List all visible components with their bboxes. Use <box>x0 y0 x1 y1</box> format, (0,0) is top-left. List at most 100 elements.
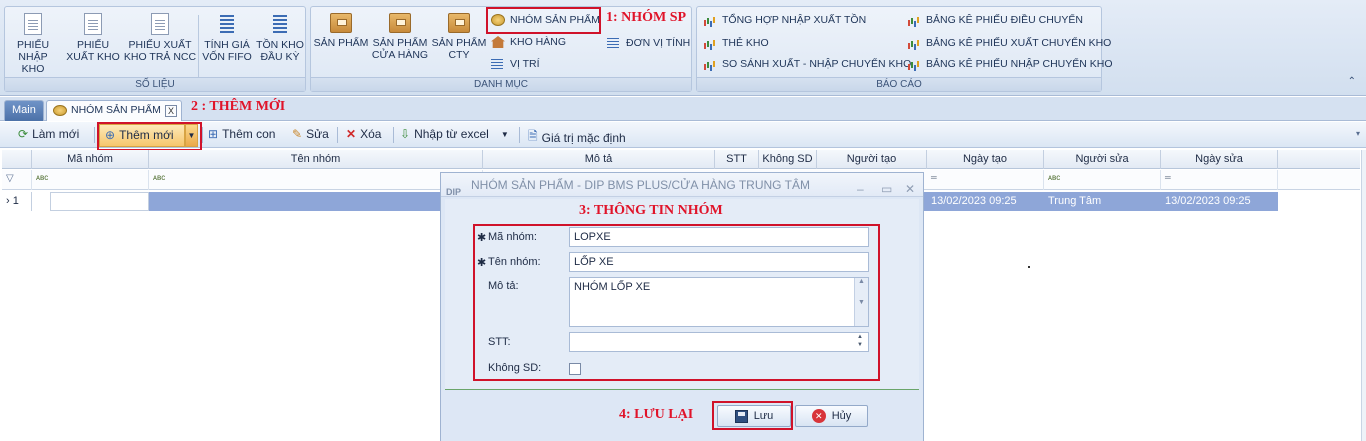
don-vi-tinh-button[interactable]: ĐƠN VỊ TÍNH <box>607 37 690 49</box>
highlight-nhom-san-pham <box>486 7 601 34</box>
add-child-button[interactable]: ⊞ Thêm con <box>208 127 275 141</box>
san-pham-cua-hang-button[interactable]: SẢN PHẨM CỬA HÀNG <box>371 13 429 61</box>
nhom-san-pham-dialog: DIP NHÓM SẢN PHẨM - DIP BMS Plus/Cửa Hàn… <box>440 172 924 441</box>
box-icon <box>330 13 352 33</box>
report-bang-ke-phieu-dieu-chuyen[interactable]: BẢNG KÊ PHIẾU ĐIỀU CHUYỂN <box>907 14 1083 26</box>
column-ma-nhom[interactable]: Mã nhóm <box>32 150 149 169</box>
delete-icon: ✕ <box>346 127 357 141</box>
report-the-kho[interactable]: THẺ KHO <box>703 37 769 49</box>
edit-button[interactable]: ✎ Sửa <box>292 127 329 141</box>
filter-nguoi-sua[interactable]: ᴀʙᴄ <box>1044 170 1161 190</box>
bar-chart-icon <box>907 37 921 49</box>
separator <box>198 15 199 77</box>
grid-corner <box>2 150 32 169</box>
column-ten-nhom[interactable]: Tên nhóm <box>149 150 483 169</box>
pencil-icon: ✎ <box>292 127 303 141</box>
highlight-thong-tin-nhom <box>473 224 880 381</box>
column-khong-sd[interactable]: Không SD <box>759 150 817 169</box>
vertical-scrollbar[interactable] <box>1361 150 1366 441</box>
highlight-luu <box>712 401 793 430</box>
kho-hang-button[interactable]: KHO HÀNG <box>491 36 566 48</box>
cell-ngay-sua[interactable]: 13/02/2023 09:25 <box>1161 192 1278 211</box>
separator <box>393 127 394 143</box>
bar-chart-icon <box>907 14 921 26</box>
box-icon <box>448 13 470 33</box>
report-tong-hop-nhap-xuat-ton[interactable]: TỔNG HỢP NHẬP XUẤT TỒN <box>703 14 866 26</box>
filter-ngay-sua[interactable]: ═ <box>1161 170 1278 190</box>
filter-ngay-tao[interactable]: ═ <box>927 170 1044 190</box>
coins-icon <box>53 105 67 116</box>
separator <box>202 127 203 143</box>
report-bang-ke-phieu-xuat-chuyen-kho[interactable]: BẢNG KÊ PHIẾU XUẤT CHUYỂN KHO <box>907 37 1111 49</box>
cancel-icon: ✕ <box>811 409 826 423</box>
row-pointer-icon: › <box>6 195 10 207</box>
group-label-so-lieu: SỐ LIỆU <box>5 77 305 91</box>
separator <box>337 127 338 143</box>
column-ngay-sua[interactable]: Ngày sửa <box>1161 150 1278 169</box>
chevron-down-icon: ▼ <box>500 129 509 139</box>
san-pham-cty-button[interactable]: SẢN PHẨM CTY <box>431 13 487 61</box>
add-child-icon: ⊞ <box>208 127 219 141</box>
delete-button[interactable]: ✕ Xóa <box>346 127 381 141</box>
import-icon: ⇩ <box>400 127 411 141</box>
bar-chart-icon <box>703 14 717 26</box>
tab-main[interactable]: Main <box>4 100 44 121</box>
grid-header: Mã nhóm Tên nhóm Mô tả STT Không SD Ngườ… <box>2 150 1360 169</box>
dialog-divider <box>445 389 919 390</box>
column-nguoi-sua[interactable]: Người sửa <box>1044 150 1161 169</box>
tab-nhom-san-pham[interactable]: NHÓM SẢN PHẨM x <box>46 100 182 121</box>
toolbar: ⟳ Làm mới ⊞ Thêm con ✎ Sửa ✕ Xóa ⇩ Nhập … <box>0 122 1366 148</box>
cell-ngay-tao[interactable]: 13/02/2023 09:25 <box>927 192 1044 211</box>
refresh-button[interactable]: ⟳ Làm mới <box>18 127 79 141</box>
box-icon <box>389 13 411 33</box>
warehouse-icon <box>491 36 505 48</box>
minimize-icon[interactable]: – <box>857 177 864 201</box>
collapse-ribbon-icon[interactable]: ⌃ <box>1348 76 1356 87</box>
column-nguoi-tao[interactable]: Người tạo <box>817 150 927 169</box>
dialog-title-bar[interactable]: DIP NHÓM SẢN PHẨM - DIP BMS Plus/Cửa Hàn… <box>441 173 923 197</box>
filter-ma-nhom[interactable]: ᴀʙᴄ <box>32 170 149 190</box>
dialog-footer: 4: LƯU LẠI Lưu ✕ Hủy <box>441 391 923 441</box>
ton-kho-dau-ky-button[interactable]: TỒN KHO ĐẦU KỲ <box>255 13 305 63</box>
default-values-button[interactable]: 🗎 Giá trị mặc định <box>528 127 626 148</box>
cell-ma-nhom[interactable] <box>50 192 149 211</box>
row-indicator: › 1 <box>2 192 32 211</box>
import-excel-button[interactable]: ⇩ Nhập từ excel ▼ <box>400 127 509 141</box>
annotation-step-2: 2 : THÊM MỚI <box>191 99 286 114</box>
list-icon <box>491 58 505 70</box>
toolbar-overflow-icon[interactable]: ▾ <box>1356 129 1360 138</box>
report-bang-ke-phieu-nhap-chuyen-kho[interactable]: BẢNG KÊ PHIẾU NHẬP CHUYỂN KHO <box>907 58 1113 70</box>
document-search-icon: 🗎 <box>528 129 538 143</box>
column-stt[interactable]: STT <box>715 150 759 169</box>
refresh-icon: ⟳ <box>18 127 29 141</box>
ribbon-group-so-lieu: PHIẾU NHẬP KHO PHIẾU XUẤT KHO PHIẾU XUẤT… <box>4 6 306 92</box>
san-pham-button[interactable]: SẢN PHẨM <box>313 13 369 49</box>
list-icon <box>607 37 621 49</box>
phieu-nhap-kho-button[interactable]: PHIẾU NHẬP KHO <box>7 13 59 75</box>
column-mo-ta[interactable]: Mô tả <box>483 150 715 169</box>
close-icon[interactable]: x <box>165 105 177 117</box>
document-icon <box>84 13 102 35</box>
annotation-step-3: 3: THÔNG TIN NHÓM <box>579 203 723 218</box>
phieu-xuat-kho-tra-ncc-button[interactable]: PHIẾU XUẤT KHO TRẢ NCC <box>123 13 197 63</box>
document-icon <box>24 13 42 35</box>
annotation-step-1: 1: NHÓM SP <box>606 10 687 25</box>
annotation-step-4: 4: LƯU LẠI <box>619 407 694 422</box>
bar-chart-icon <box>703 37 717 49</box>
filter-icon[interactable]: ▽ <box>2 170 32 190</box>
group-label-bao-cao: BÁO CÁO <box>697 77 1101 91</box>
list-icon <box>218 13 236 35</box>
report-so-sanh-xuat-nhap-chuyen-kho[interactable]: SO SÁNH XUẤT - NHẬP CHUYỂN KHO <box>703 58 911 70</box>
maximize-icon[interactable]: ▭ <box>881 177 892 201</box>
column-ngay-tao[interactable]: Ngày tạo <box>927 150 1044 169</box>
close-icon[interactable]: ✕ <box>905 177 915 201</box>
list-icon <box>271 13 289 35</box>
cancel-button[interactable]: ✕ Hủy <box>795 405 868 427</box>
vi-tri-button[interactable]: VỊ TRÍ <box>491 58 540 70</box>
phieu-xuat-kho-button[interactable]: PHIẾU XUẤT KHO <box>65 13 121 63</box>
bar-chart-icon <box>907 58 921 70</box>
cell-nguoi-sua[interactable]: Trung Tâm <box>1044 192 1161 211</box>
tinh-gia-von-fifo-button[interactable]: TÍNH GIÁ VỐN FIFO <box>201 13 253 63</box>
bar-chart-icon <box>703 58 717 70</box>
filter-ten-nhom[interactable]: ᴀʙᴄ <box>149 170 483 190</box>
